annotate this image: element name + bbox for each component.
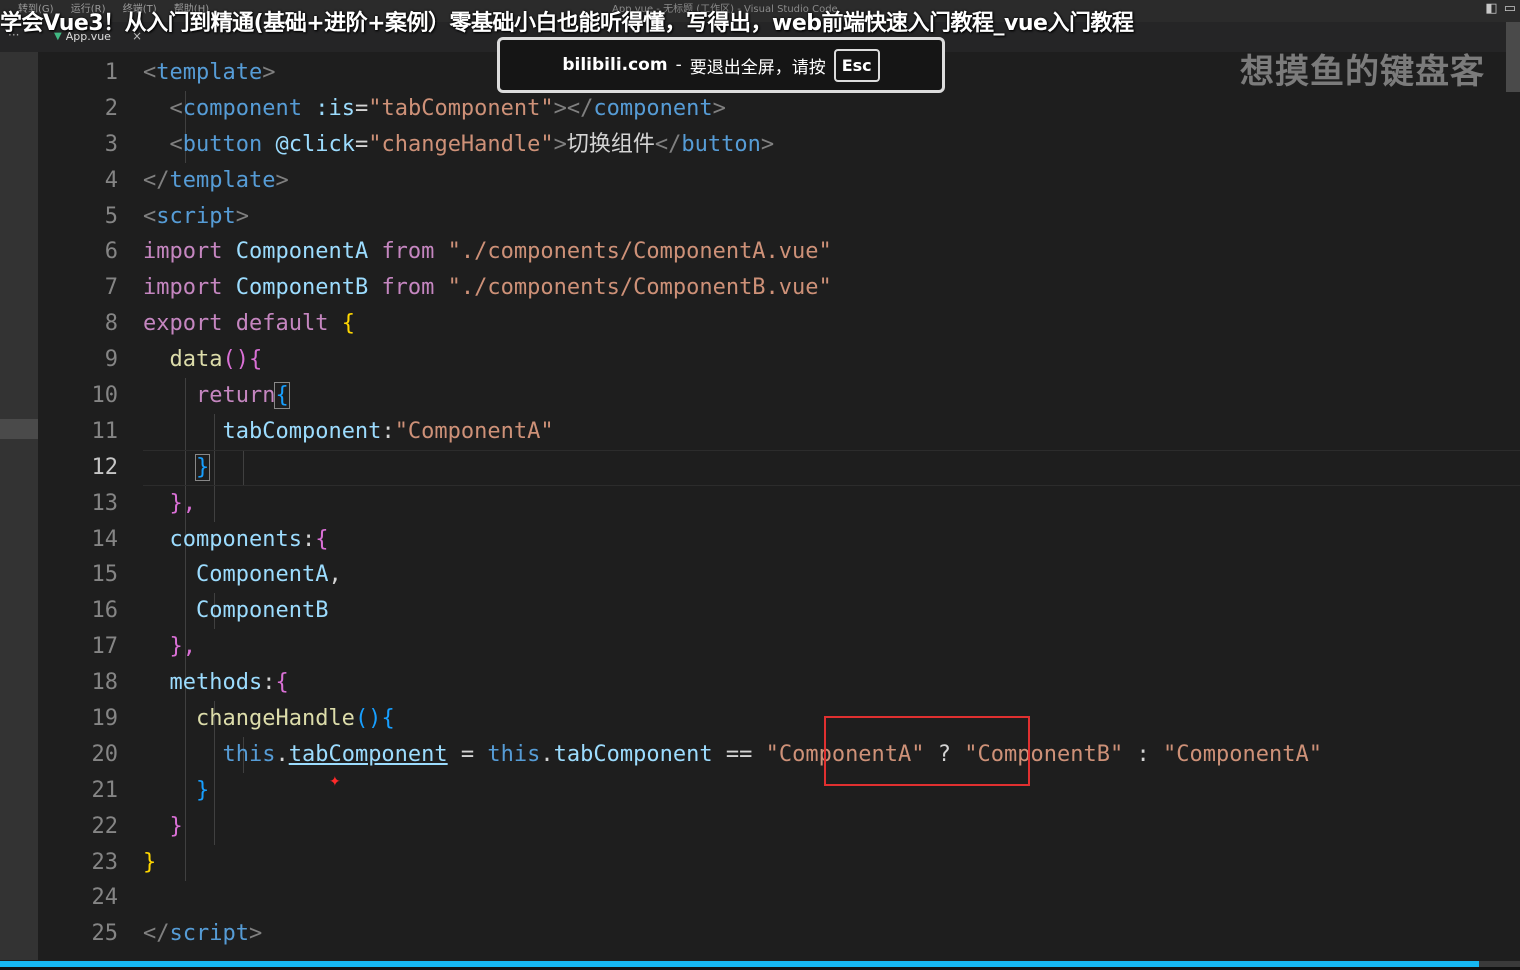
line-number: 15 <box>91 562 119 588</box>
code-line: 15 ComponentA, <box>38 557 1520 593</box>
mouse-pointer-marker: ✦ <box>329 774 341 790</box>
line-text: }, <box>169 490 197 516</box>
code-line: 14 components:{ <box>38 522 1520 558</box>
code-line: 23} <box>38 845 1520 881</box>
notice-message: 要退出全屏，请按 <box>689 57 826 78</box>
line-number: 16 <box>91 598 119 624</box>
line-text: tabComponent:"ComponentA" <box>222 418 554 444</box>
current-line-highlight <box>143 449 1520 486</box>
code-line: 21 } <box>38 773 1520 809</box>
esc-key-badge: Esc <box>833 48 880 82</box>
line-number: 7 <box>104 275 118 301</box>
line-number: 4 <box>104 167 118 193</box>
line-number: 25 <box>91 921 119 947</box>
line-number: 17 <box>91 634 119 660</box>
code-line: 19 changeHandle(){ <box>38 701 1520 737</box>
line-text: </script> <box>143 921 263 947</box>
toggle-sidebar-icon[interactable]: ◧ <box>1485 1 1497 16</box>
layout-controls: ◧ ▭ <box>1479 1 1516 16</box>
code-editor[interactable]: 1 <template> 2 <component :is="tabCompone… <box>38 55 1520 952</box>
code-line: 4 </template> <box>38 163 1520 199</box>
line-text: import ComponentB from "./components/Com… <box>143 275 832 301</box>
line-number: 21 <box>91 777 119 803</box>
code-line: 6 import ComponentA from "./components/Co… <box>38 234 1520 270</box>
code-line: 24 <box>38 880 1520 916</box>
code-line: 7 import ComponentB from "./components/Co… <box>38 270 1520 306</box>
line-number: 22 <box>91 813 119 839</box>
line-text: components:{ <box>169 526 329 552</box>
fullscreen-notice: bilibili.com - 要退出全屏，请按 Esc <box>497 37 945 93</box>
line-text: } <box>143 849 157 875</box>
line-number: 8 <box>104 311 118 337</box>
line-number: 6 <box>104 239 118 265</box>
line-number: 24 <box>91 885 119 911</box>
code-line: 17 }, <box>38 629 1520 665</box>
line-number: 3 <box>104 131 118 157</box>
line-text: export default { <box>143 311 355 337</box>
code-line: 20 this.tabComponent = this.tabComponent… <box>38 737 1520 773</box>
line-text: <script> <box>143 203 249 229</box>
notice-dash: - <box>675 55 682 75</box>
line-text: } <box>195 777 210 803</box>
annotation-highlight-box <box>824 716 1030 786</box>
code-line: 16 ComponentB <box>38 593 1520 629</box>
line-number: 19 <box>91 706 119 732</box>
line-number: 13 <box>91 490 119 516</box>
line-text: </template> <box>143 167 289 193</box>
code-line: 9 data(){ <box>38 342 1520 378</box>
line-number: 20 <box>91 741 119 767</box>
code-line: 10 return{ <box>38 378 1520 414</box>
code-line: 22 } <box>38 809 1520 845</box>
code-line: 3 <button @click="changeHandle">切换组件</bu… <box>38 127 1520 163</box>
code-line: 13 }, <box>38 486 1520 522</box>
activity-marker <box>0 419 38 439</box>
code-line: 2 <component :is="tabComponent"></compon… <box>38 91 1520 127</box>
scrollbar-thumb[interactable] <box>1506 22 1520 92</box>
line-number: 1 <box>104 60 118 85</box>
code-line: 25 </script> <box>38 916 1520 952</box>
line-text: } <box>194 453 211 481</box>
line-number: 5 <box>104 203 118 229</box>
toggle-panel-icon[interactable]: ▭ <box>1504 1 1516 16</box>
line-text: ComponentB <box>195 598 329 624</box>
line-text: }, <box>169 634 197 660</box>
line-number: 2 <box>104 95 118 121</box>
video-title: 学会Vue3！从入门到精通(基础+进阶+案例）零基础小白也能听得懂，写得出，we… <box>0 11 1134 36</box>
line-text: this.tabComponent = this.tabComponent ==… <box>222 741 1322 767</box>
line-number: 9 <box>104 347 118 373</box>
line-text: changeHandle(){ <box>195 706 395 732</box>
line-number: 23 <box>91 849 119 875</box>
code-line: 5 <script> <box>38 199 1520 235</box>
line-text: <button @click="changeHandle">切换组件</butt… <box>169 131 775 157</box>
line-text: import ComponentA from "./components/Com… <box>143 239 832 265</box>
line-text: <template> <box>143 60 276 85</box>
watermark: 想摸鱼的键盘客 <box>1240 52 1485 92</box>
line-number: 11 <box>91 418 119 444</box>
line-text: } <box>169 813 183 839</box>
code-line: 11 tabComponent:"ComponentA" <box>38 414 1520 450</box>
line-text: <component :is="tabComponent"></componen… <box>169 95 726 121</box>
line-number: 12 <box>91 454 119 480</box>
line-text: methods:{ <box>169 670 289 696</box>
activity-bar <box>0 52 38 960</box>
line-number: 18 <box>91 670 119 696</box>
code-line-current: 12 } <box>38 449 1520 486</box>
line-number: 14 <box>91 526 119 552</box>
code-line: 18 methods:{ <box>38 665 1520 701</box>
notice-domain: bilibili.com <box>562 55 668 75</box>
line-text: data(){ <box>169 347 263 373</box>
line-text: ComponentA, <box>195 562 342 588</box>
line-number: 10 <box>91 383 119 409</box>
code-line: 8 export default { <box>38 306 1520 342</box>
line-text: return{ <box>195 382 290 410</box>
